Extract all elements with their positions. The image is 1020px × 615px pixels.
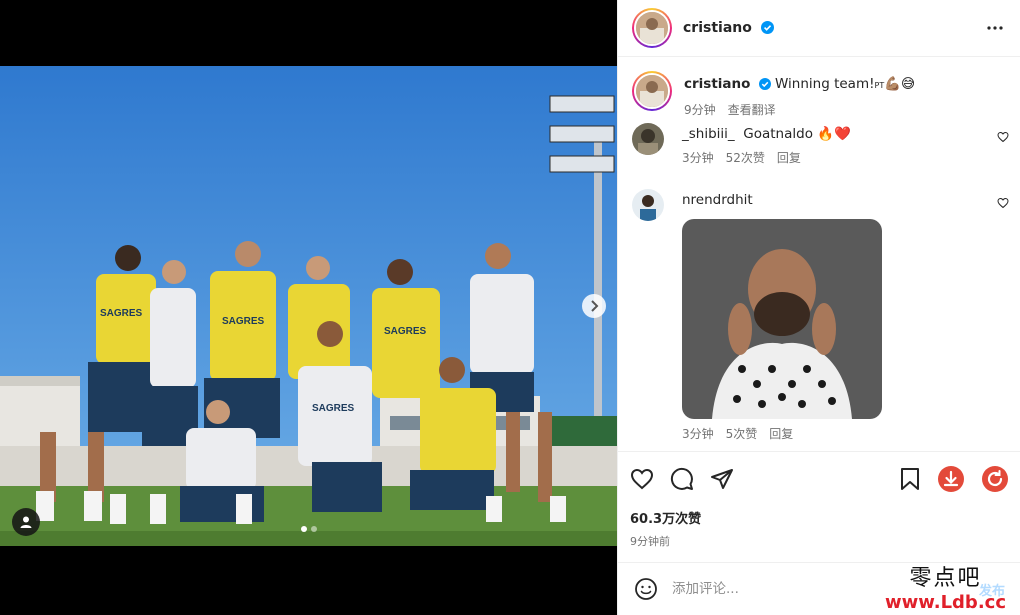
caption-body: Winning team! (775, 76, 875, 92)
author-username-text[interactable]: cristiano (683, 20, 752, 36)
caption-flag: PT (874, 81, 885, 90)
comment-item: nrendrdhit 3分钟 5次赞 回复 (618, 189, 1020, 442)
refresh-icon[interactable] (981, 465, 1009, 493)
jersey-text-3: SAGRES (384, 326, 427, 337)
reply-button[interactable]: 回复 (769, 425, 793, 442)
post-sidebar: cristiano cristiano Winning team!PT💪🏽😅 9… (617, 0, 1020, 615)
carousel-dot (310, 526, 317, 532)
action-bar (630, 452, 1009, 506)
comment-likes[interactable]: 52次赞 (726, 149, 765, 166)
post-caption: cristiano Winning team!PT💪🏽😅 9分钟 查看翻译 (618, 58, 1020, 123)
caption-avatar[interactable] (632, 71, 672, 111)
verified-icon (758, 78, 771, 90)
verified-icon (760, 21, 774, 34)
like-count[interactable]: 60.3万次赞 (630, 508, 1009, 527)
avatar-image (636, 12, 668, 44)
avatar-image (632, 189, 664, 221)
bookmark-icon[interactable] (899, 467, 921, 491)
comment-time: 3分钟 (682, 427, 714, 441)
post-media: SAGRES SAGRES SAGRES SAGRES (0, 0, 617, 615)
heart-icon[interactable] (997, 197, 1009, 209)
share-icon[interactable] (710, 467, 734, 491)
comment-time: 3分钟 (682, 151, 714, 165)
heart-icon[interactable] (630, 467, 654, 491)
emoji-icon[interactable] (634, 577, 658, 601)
watermark-bottom: www.Ldb.cc (885, 592, 1006, 613)
jersey-text-2: SAGRES (222, 316, 265, 327)
carousel-dot (300, 526, 307, 532)
caption-username[interactable]: cristiano (684, 76, 750, 92)
jersey-text-4: SAGRES (312, 403, 355, 414)
translate-link[interactable]: 查看翻译 (728, 101, 776, 118)
caption-text: cristiano Winning team!PT💪🏽😅 (684, 75, 1007, 95)
comment-item: _shibiii_ Goatnaldo 🔥❤️ 3分钟 52次赞 回复 (618, 123, 1020, 189)
caption-meta: 9分钟 查看翻译 (684, 101, 1007, 118)
comment-photo (682, 219, 882, 419)
caption-time: 9分钟 (684, 103, 716, 117)
comment-icon[interactable] (670, 467, 694, 491)
heart-icon[interactable] (997, 131, 1009, 143)
tagged-users-button[interactable] (12, 508, 40, 536)
comment-avatar[interactable] (632, 189, 664, 221)
comment-text: nrendrdhit (682, 191, 1007, 209)
avatar-image (632, 123, 664, 155)
reply-button[interactable]: 回复 (777, 149, 801, 166)
author-username[interactable]: cristiano (683, 20, 774, 36)
comment-body: Goatnaldo 🔥❤️ (743, 126, 851, 142)
comment-username[interactable]: _shibiii_ (682, 126, 735, 142)
caption-emoji: 💪🏽😅 (884, 76, 916, 92)
comment-likes[interactable]: 5次赞 (726, 425, 758, 442)
comment-image[interactable] (682, 219, 882, 419)
watermark-top: 零点吧 (909, 566, 982, 591)
chevron-right-icon (591, 300, 599, 312)
comment-avatar[interactable] (632, 123, 664, 155)
post-time: 9分钟前 (630, 535, 670, 548)
user-tag-icon (20, 516, 32, 528)
post-photo[interactable]: SAGRES SAGRES SAGRES SAGRES (0, 66, 617, 546)
download-icon[interactable] (937, 465, 965, 493)
next-image-button[interactable] (582, 294, 606, 318)
comment-meta: 3分钟 52次赞 回复 (682, 149, 1007, 166)
comment-text: _shibiii_ Goatnaldo 🔥❤️ (682, 125, 1007, 143)
post-header: cristiano (618, 0, 1020, 57)
avatar-image (636, 75, 668, 107)
carousel-dots (0, 526, 617, 532)
comments-list[interactable]: cristiano Winning team!PT💪🏽😅 9分钟 查看翻译 _s… (618, 58, 1020, 451)
comment-meta: 3分钟 5次赞 回复 (682, 425, 1007, 442)
jersey-text-1: SAGRES (100, 308, 143, 319)
post-actions: 60.3万次赞 9分钟前 (618, 451, 1020, 549)
watermark: 零点吧 www.Ldb.cc (885, 560, 1006, 613)
comment-username[interactable]: nrendrdhit (682, 192, 753, 208)
team-photo-illustration: SAGRES SAGRES SAGRES SAGRES (0, 66, 617, 546)
more-icon[interactable] (986, 19, 1004, 37)
author-avatar[interactable] (632, 8, 672, 48)
